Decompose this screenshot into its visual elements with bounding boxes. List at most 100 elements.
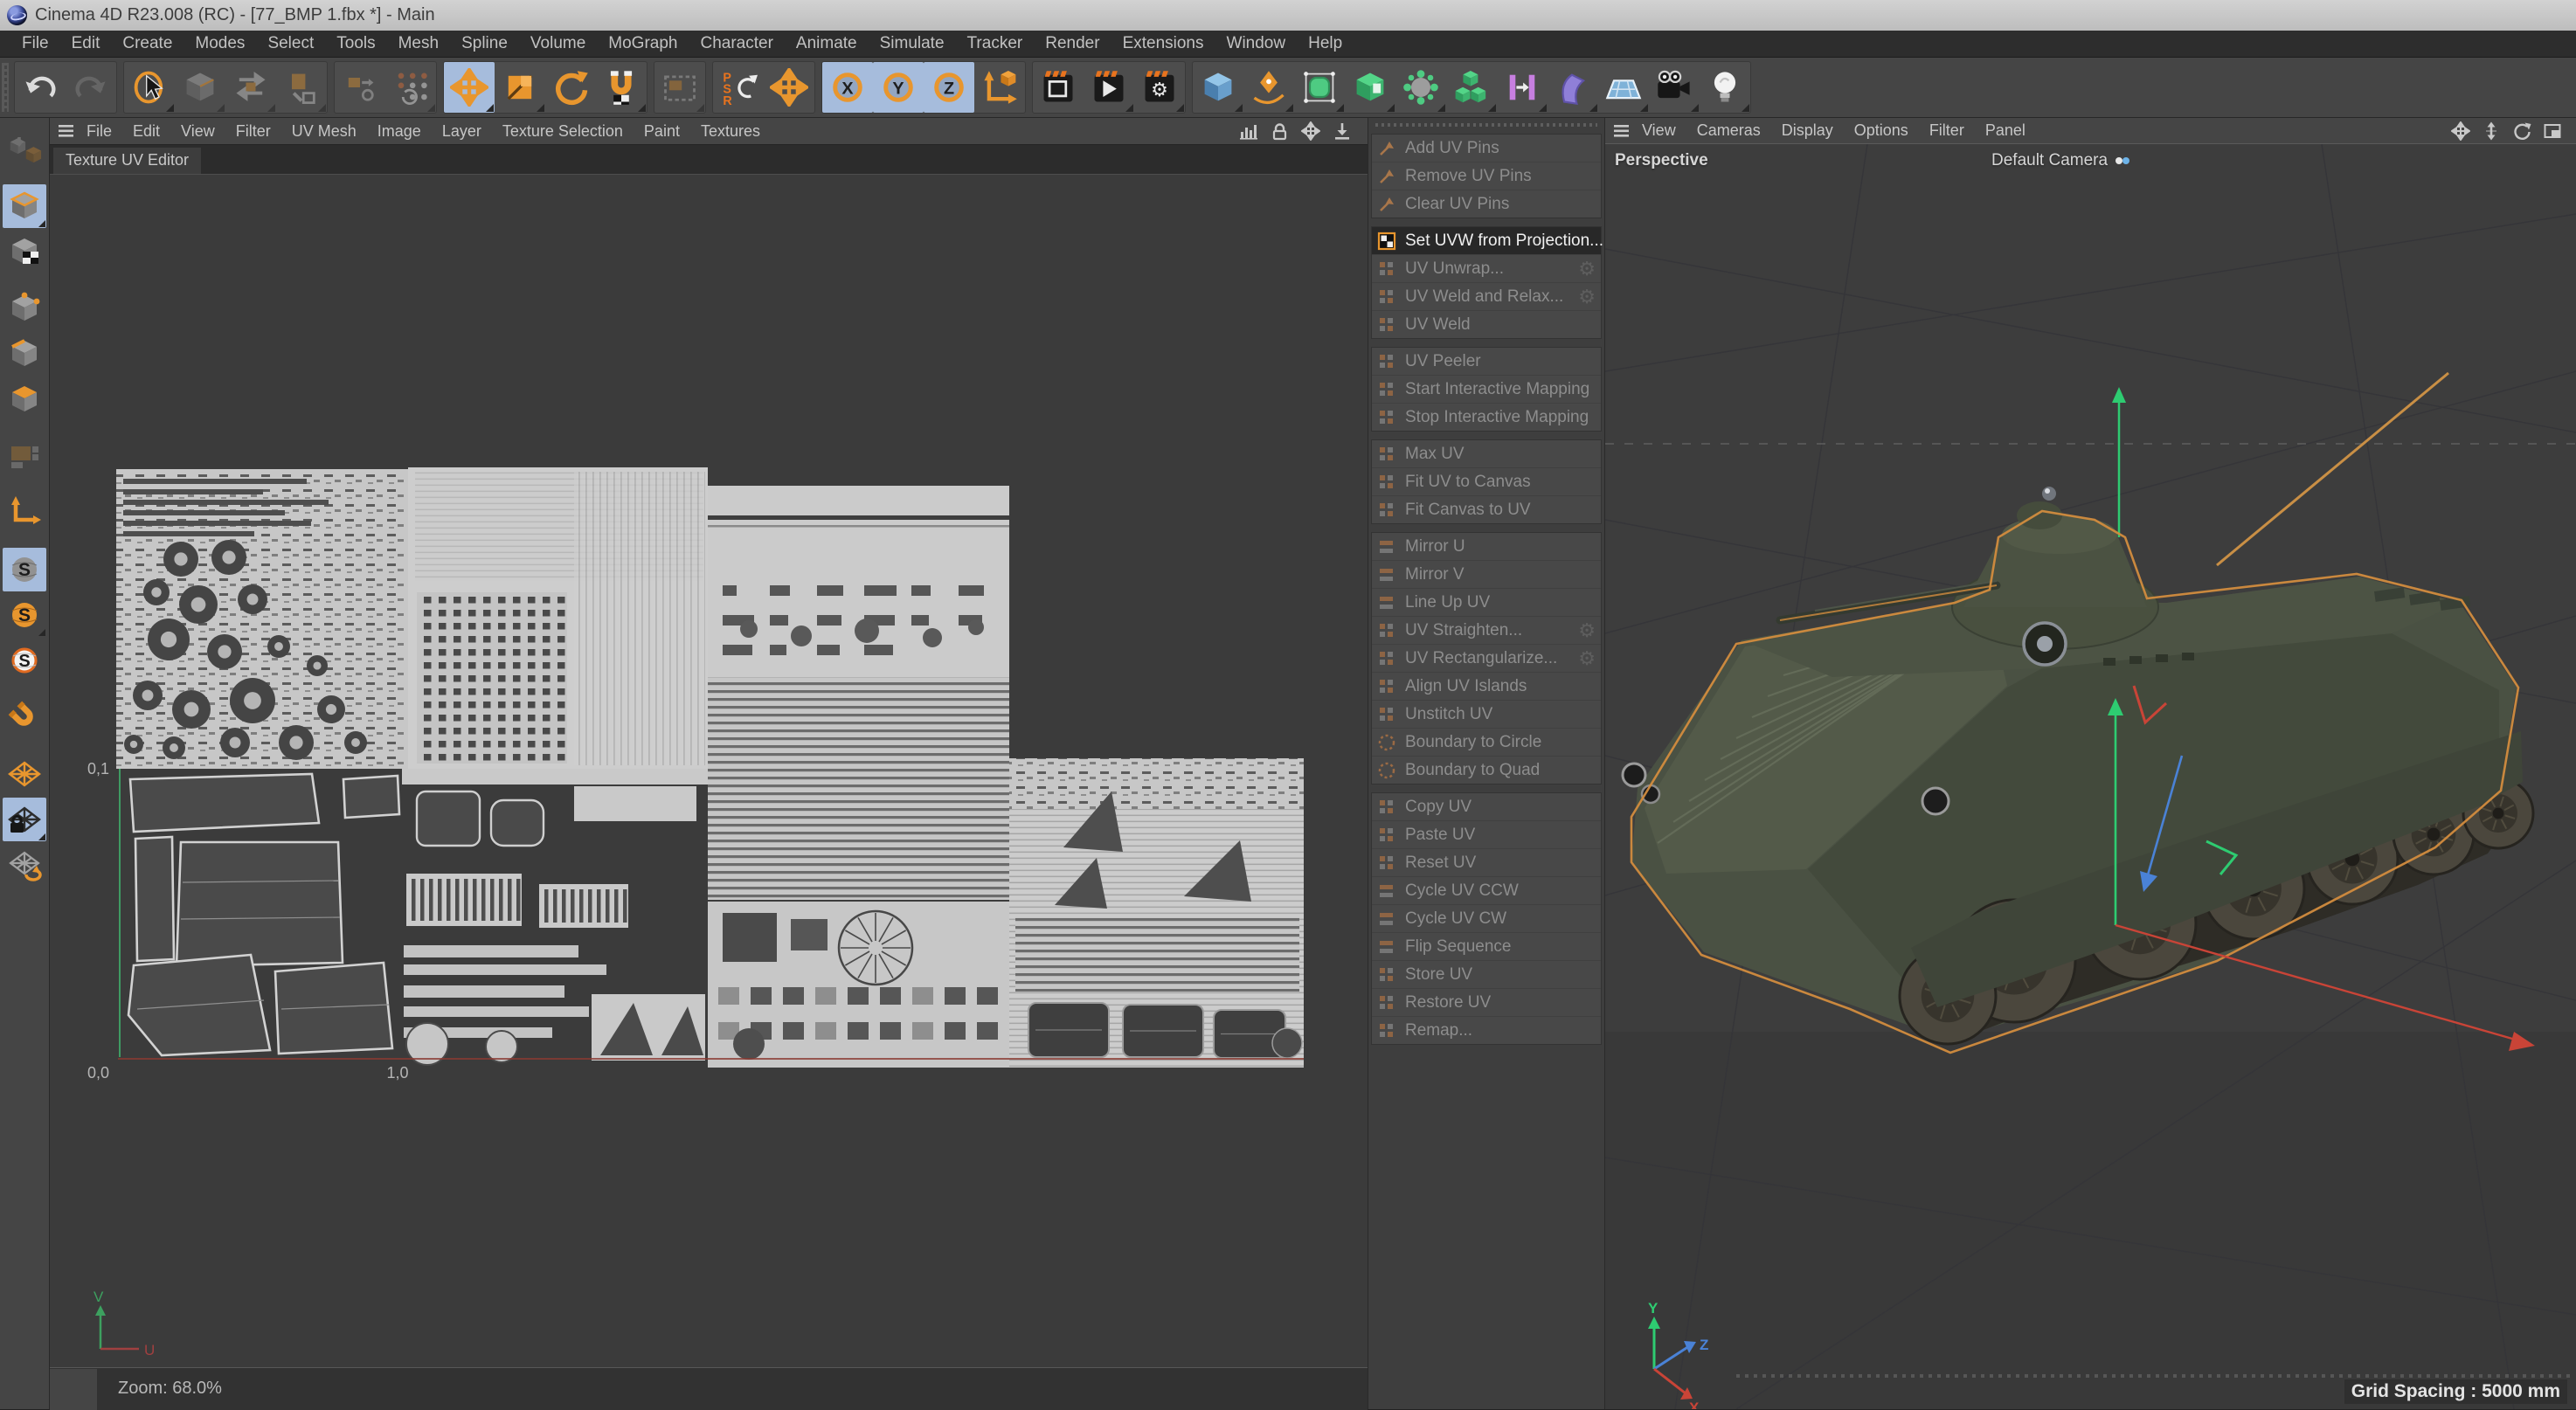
vp-menu-panel[interactable]: Panel xyxy=(1975,121,2036,140)
plane-tool-button[interactable] xyxy=(276,62,327,113)
object-tool-button[interactable] xyxy=(335,62,385,113)
floor-button[interactable] xyxy=(1598,62,1649,113)
hamburger-icon[interactable] xyxy=(57,121,76,141)
cube-tool-button[interactable] xyxy=(175,62,225,113)
light-button[interactable] xyxy=(1700,62,1750,113)
panel-drag-handle[interactable] xyxy=(1375,121,1597,128)
psr-tool-button[interactable]: PSR xyxy=(713,62,764,113)
cloner-button[interactable] xyxy=(1395,62,1446,113)
redo-button[interactable] xyxy=(66,62,116,113)
live-selection-button[interactable] xyxy=(124,62,175,113)
workplane-button[interactable] xyxy=(3,752,46,796)
cmd-uv-weld-and-relax[interactable]: UV Weld and Relax...⚙ xyxy=(1372,283,1601,311)
cmd-remap[interactable]: Remap... xyxy=(1372,1017,1601,1044)
cmd-options-gear-icon[interactable]: ⚙ xyxy=(1578,649,1596,668)
cmd-mirror-v[interactable]: Mirror V xyxy=(1372,561,1601,589)
cmd-start-interactive-mapping[interactable]: Start Interactive Mapping xyxy=(1372,376,1601,404)
uv-menu-texture-selection[interactable]: Texture Selection xyxy=(492,122,634,141)
cmd-copy-uv[interactable]: Copy UV xyxy=(1372,793,1601,821)
cmd-options-gear-icon[interactable]: ⚙ xyxy=(1578,287,1596,307)
uv-menu-filter[interactable]: Filter xyxy=(225,122,281,141)
dots-tool-button[interactable] xyxy=(385,62,436,113)
model-mode-button[interactable] xyxy=(3,184,46,228)
cmd-remove-uv-pins[interactable]: Remove UV Pins xyxy=(1372,162,1601,190)
coord-system-button[interactable] xyxy=(974,62,1025,113)
menu-tracker[interactable]: Tracker xyxy=(956,34,1035,53)
volume-button[interactable] xyxy=(1446,62,1497,113)
magnet-tool-button[interactable] xyxy=(596,62,647,113)
tab-texture-uv-editor[interactable]: Texture UV Editor xyxy=(53,148,201,175)
cmd-boundary-to-circle[interactable]: Boundary to Circle xyxy=(1372,729,1601,757)
cmd-store-uv[interactable]: Store UV xyxy=(1372,961,1601,989)
cmd-uv-weld[interactable]: UV Weld xyxy=(1372,311,1601,338)
menu-mograph[interactable]: MoGraph xyxy=(597,34,689,53)
cmd-set-uvw-from-projection[interactable]: Set UVW from Projection...⚙ xyxy=(1372,227,1601,255)
menu-animate[interactable]: Animate xyxy=(785,34,869,53)
menu-character[interactable]: Character xyxy=(689,34,784,53)
menu-extensions[interactable]: Extensions xyxy=(1111,34,1215,53)
menu-mesh[interactable]: Mesh xyxy=(387,34,450,53)
pen-spline-button[interactable] xyxy=(1243,62,1294,113)
cmd-stop-interactive-mapping[interactable]: Stop Interactive Mapping xyxy=(1372,404,1601,431)
menu-edit[interactable]: Edit xyxy=(60,34,112,53)
edge-mode-button[interactable] xyxy=(3,332,46,376)
make-editable-button[interactable] xyxy=(3,128,46,171)
cmd-clear-uv-pins[interactable]: Clear UV Pins xyxy=(1372,190,1601,218)
frame-selection-button[interactable] xyxy=(654,62,705,113)
x-axis-button[interactable]: X xyxy=(822,62,873,113)
move-icon[interactable] xyxy=(1301,121,1320,141)
rotate-view-icon[interactable] xyxy=(2512,121,2531,141)
vp-menu-options[interactable]: Options xyxy=(1844,121,1919,140)
pan-icon[interactable] xyxy=(2451,121,2470,141)
cmd-uv-peeler[interactable]: UV Peeler xyxy=(1372,348,1601,376)
cmd-add-uv-pins[interactable]: Add UV Pins xyxy=(1372,135,1601,162)
cmd-cycle-uv-cw[interactable]: Cycle UV CW xyxy=(1372,905,1601,933)
viewport-scroll-dots[interactable] xyxy=(1736,1372,2575,1379)
deformer-button[interactable] xyxy=(1548,62,1598,113)
cmd-uv-straighten[interactable]: UV Straighten...⚙ xyxy=(1372,617,1601,645)
cmd-fit-uv-to-canvas[interactable]: Fit UV to Canvas xyxy=(1372,468,1601,496)
primitive-cube-button[interactable] xyxy=(1193,62,1243,113)
menu-select[interactable]: Select xyxy=(256,34,325,53)
uv-menu-view[interactable]: View xyxy=(170,122,225,141)
cmd-options-gear-icon[interactable]: ⚙ xyxy=(1578,621,1596,640)
uv-menu-edit[interactable]: Edit xyxy=(122,122,170,141)
cmd-reset-uv[interactable]: Reset UV xyxy=(1372,849,1601,877)
uv-menu-uv-mesh[interactable]: UV Mesh xyxy=(281,122,367,141)
field-button[interactable] xyxy=(1497,62,1548,113)
menu-simulate[interactable]: Simulate xyxy=(869,34,956,53)
cmd-boundary-to-quad[interactable]: Boundary to Quad xyxy=(1372,757,1601,784)
cmd-max-uv[interactable]: Max UV xyxy=(1372,440,1601,468)
cmd-cycle-uv-ccw[interactable]: Cycle UV CCW xyxy=(1372,877,1601,905)
toolbar-drag-handle[interactable] xyxy=(2,63,9,112)
perspective-viewport[interactable]: YZX Perspective Default Camera Grid Spac… xyxy=(1605,144,2576,1409)
uv-menu-image[interactable]: Image xyxy=(367,122,432,141)
cmd-mirror-u[interactable]: Mirror U xyxy=(1372,533,1601,561)
render-picture-button[interactable] xyxy=(1084,62,1134,113)
uv-menu-layer[interactable]: Layer xyxy=(432,122,492,141)
cmd-uv-unwrap[interactable]: UV Unwrap...⚙ xyxy=(1372,255,1601,283)
subdivision-button[interactable] xyxy=(1294,62,1345,113)
lock-icon[interactable] xyxy=(1270,121,1289,141)
menu-modes[interactable]: Modes xyxy=(184,34,256,53)
render-view-button[interactable] xyxy=(1033,62,1084,113)
download-icon[interactable] xyxy=(1333,121,1352,141)
menu-create[interactable]: Create xyxy=(111,34,184,53)
vp-menu-filter[interactable]: Filter xyxy=(1919,121,1975,140)
workplane-rotate-button[interactable] xyxy=(3,843,46,887)
cmd-line-up-uv[interactable]: Line Up UV xyxy=(1372,589,1601,617)
cmd-paste-uv[interactable]: Paste UV xyxy=(1372,821,1601,849)
y-axis-button[interactable]: Y xyxy=(873,62,924,113)
menu-window[interactable]: Window xyxy=(1215,34,1298,53)
uv-menu-file[interactable]: File xyxy=(76,122,122,141)
cmd-restore-uv[interactable]: Restore UV xyxy=(1372,989,1601,1017)
menu-file[interactable]: File xyxy=(10,34,60,53)
render-settings-button[interactable]: ⚙ xyxy=(1134,62,1185,113)
viewport-camera-label[interactable]: Default Camera xyxy=(1991,151,2132,170)
snap-off-button[interactable]: S xyxy=(3,548,46,591)
hamburger-icon[interactable] xyxy=(1612,121,1631,141)
boole-button[interactable] xyxy=(1345,62,1395,113)
chart-icon[interactable] xyxy=(1238,121,1257,141)
texture-mode-button[interactable] xyxy=(3,230,46,273)
menu-render[interactable]: Render xyxy=(1034,34,1111,53)
